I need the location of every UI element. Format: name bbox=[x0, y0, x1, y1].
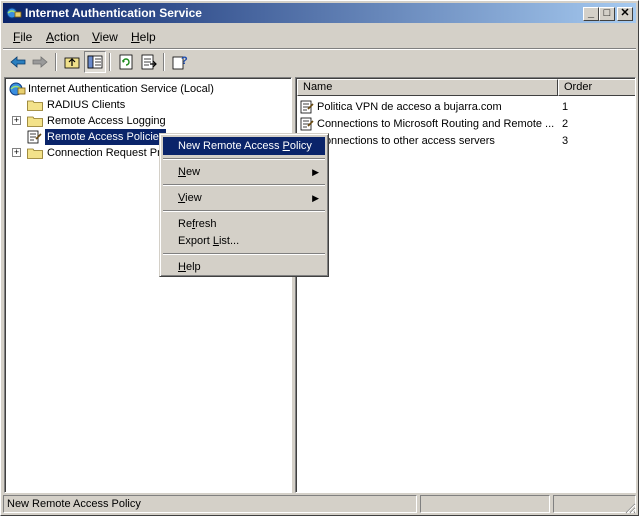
ctx-accel: P bbox=[282, 140, 290, 152]
tree-item-label: Connection Request Pr bbox=[47, 147, 161, 159]
expand-toggle[interactable]: + bbox=[12, 148, 21, 157]
ctx-separator bbox=[163, 253, 325, 255]
submenu-arrow-icon: ▶ bbox=[312, 193, 319, 203]
window-title: Internet Authentication Service bbox=[25, 6, 202, 20]
list-pane-inner: Name Order Politica VPN de acceso a buja… bbox=[296, 78, 635, 492]
menu-view-accel: V bbox=[92, 30, 100, 44]
ctx-label: ew bbox=[185, 166, 201, 178]
menu-action[interactable]: Action bbox=[46, 30, 79, 44]
ctx-label-pre: Export bbox=[178, 235, 213, 247]
ctx-separator bbox=[163, 158, 325, 160]
ctx-export-list[interactable]: Export List... bbox=[163, 232, 325, 250]
main-window: Internet Authentication Service _ □ ✕ Fi… bbox=[0, 0, 639, 516]
menu-bar: File Action View Help bbox=[3, 27, 636, 47]
menu-view[interactable]: View bbox=[92, 30, 118, 44]
status-panel-2 bbox=[420, 495, 550, 513]
tree-item-label: Remote Access Policies bbox=[43, 128, 168, 146]
folder-icon bbox=[27, 116, 43, 127]
export-list-icon bbox=[141, 54, 157, 70]
tree-item-label: Remote Access Logging bbox=[47, 115, 166, 127]
folder-icon bbox=[27, 100, 43, 111]
menu-divider bbox=[3, 48, 636, 50]
status-text: New Remote Access Policy bbox=[3, 495, 417, 513]
forward-button[interactable] bbox=[29, 51, 51, 73]
ctx-label-post: olicy bbox=[289, 140, 312, 152]
ctx-label-pre: Re bbox=[178, 218, 193, 230]
ctx-separator bbox=[163, 210, 325, 212]
refresh-button[interactable] bbox=[115, 51, 137, 73]
policy-icon bbox=[300, 117, 314, 131]
expand-toggle[interactable]: + bbox=[12, 116, 21, 125]
forward-icon bbox=[32, 56, 48, 68]
close-button[interactable]: ✕ bbox=[617, 7, 633, 21]
column-header-order[interactable]: Order bbox=[558, 79, 635, 96]
policy-name: Connections to other access servers bbox=[317, 135, 495, 147]
ias-server-icon bbox=[9, 82, 26, 96]
ctx-view[interactable]: View ▶ bbox=[163, 189, 325, 207]
ctx-refresh[interactable]: Refresh bbox=[163, 215, 325, 233]
tree-item-label: RADIUS Clients bbox=[47, 99, 126, 111]
menu-action-accel: A bbox=[46, 30, 55, 44]
back-icon bbox=[10, 56, 26, 68]
policy-name: Connections to Microsoft Routing and Rem… bbox=[317, 118, 555, 130]
ias-app-icon bbox=[6, 7, 22, 19]
ctx-accel: N bbox=[178, 166, 186, 178]
menu-help-accel: H bbox=[131, 30, 140, 44]
ctx-separator bbox=[163, 184, 325, 186]
maximize-button[interactable]: □ bbox=[599, 7, 615, 21]
toolbar-separator bbox=[163, 53, 165, 71]
menu-file-label: ile bbox=[20, 30, 33, 44]
ctx-new-remote-access-policy[interactable]: New Remote Access Policy bbox=[163, 137, 325, 155]
ctx-accel: H bbox=[178, 261, 186, 273]
policy-order: 2 bbox=[562, 118, 569, 130]
back-button[interactable] bbox=[7, 51, 29, 73]
minimize-button[interactable]: _ bbox=[583, 7, 599, 21]
title-bar[interactable]: Internet Authentication Service _ □ ✕ bbox=[3, 3, 636, 23]
status-bar: New Remote Access Policy bbox=[3, 494, 636, 514]
show-hide-tree-icon bbox=[87, 55, 103, 69]
up-one-level-icon bbox=[64, 57, 80, 69]
menu-help[interactable]: Help bbox=[131, 30, 156, 44]
export-list-button[interactable] bbox=[138, 51, 160, 73]
policy-icon bbox=[27, 130, 42, 144]
toolbar-separator bbox=[109, 53, 111, 71]
ctx-label: iew bbox=[185, 192, 202, 204]
up-one-level-button[interactable] bbox=[61, 51, 83, 73]
context-menu: New Remote Access Policy New ▶ View ▶ Refr… bbox=[159, 133, 329, 277]
toolbar-separator bbox=[55, 53, 57, 71]
svg-text:?: ? bbox=[181, 55, 188, 67]
column-header-name[interactable]: Name bbox=[297, 79, 558, 96]
ctx-label: elp bbox=[185, 261, 201, 273]
list-pane[interactable]: Name Order Politica VPN de acceso a buja… bbox=[295, 77, 636, 493]
tree-root-label: Internet Authentication Service (Local) bbox=[28, 83, 214, 95]
menu-action-label: ction bbox=[54, 30, 80, 44]
folder-icon bbox=[27, 148, 43, 159]
help-icon: ? bbox=[172, 55, 188, 70]
policy-icon bbox=[300, 100, 314, 114]
ctx-label-pre: New Remote Access bbox=[178, 140, 283, 152]
ctx-new[interactable]: New ▶ bbox=[163, 163, 325, 181]
resize-grip-icon[interactable] bbox=[624, 502, 636, 514]
refresh-icon bbox=[119, 54, 133, 70]
policy-order: 1 bbox=[562, 101, 569, 113]
show-hide-tree-button[interactable] bbox=[84, 51, 106, 73]
ctx-label-post: ist... bbox=[218, 235, 240, 247]
menu-file[interactable]: File bbox=[13, 30, 32, 44]
ctx-help[interactable]: Help bbox=[163, 258, 325, 276]
help-button[interactable]: ? bbox=[169, 51, 191, 73]
menu-help-label: elp bbox=[139, 30, 156, 44]
toolbar: ? bbox=[3, 51, 636, 73]
ctx-label-post: resh bbox=[195, 218, 217, 230]
policy-name: Politica VPN de acceso a bujarra.com bbox=[317, 101, 502, 113]
menu-view-label: iew bbox=[99, 30, 118, 44]
policy-order: 3 bbox=[562, 135, 569, 147]
submenu-arrow-icon: ▶ bbox=[312, 167, 319, 177]
